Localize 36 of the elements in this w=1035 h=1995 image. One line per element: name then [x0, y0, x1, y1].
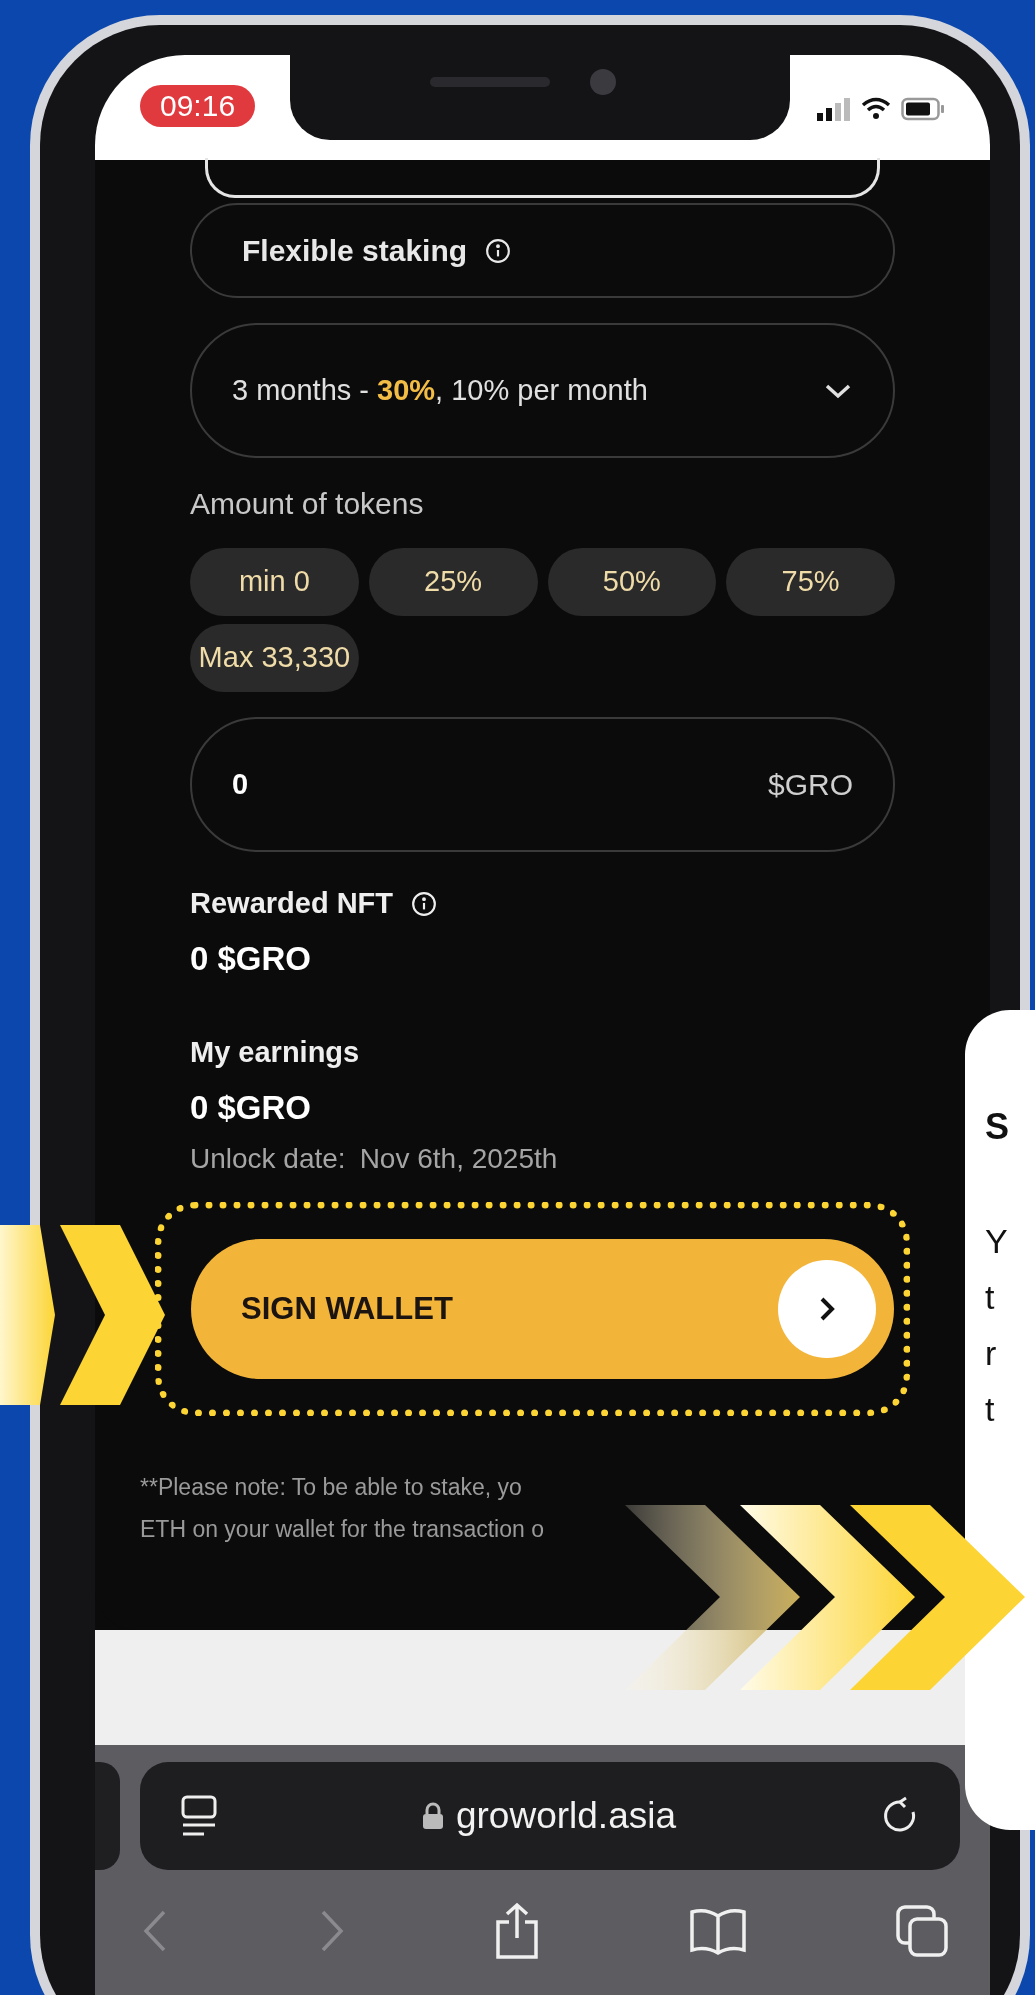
amount-chip[interactable]: 25% [368, 548, 538, 616]
side-card-heading: S [985, 1105, 1010, 1149]
address-bar[interactable]: groworld.asia [140, 1762, 960, 1870]
battery-icon [901, 97, 945, 121]
amount-chip[interactable]: Max 33,330 [190, 624, 359, 692]
earnings-value: 0 $GRO [190, 1087, 313, 1128]
amount-chip[interactable]: min 0 [190, 548, 359, 616]
rewarded-nft-value: 0 $GRO [190, 938, 313, 979]
url-text: groworld.asia [455, 1794, 677, 1839]
book-icon[interactable] [687, 1906, 748, 1956]
tabs-icon[interactable] [894, 1903, 950, 1959]
unlock-date-label: Unlock date: [190, 1142, 346, 1176]
page-menu-icon[interactable] [180, 1794, 218, 1838]
staking-type-field[interactable]: Flexible staking [190, 203, 895, 298]
side-card-text: t [985, 1389, 995, 1430]
amount-label: Amount of tokens [190, 486, 425, 522]
info-icon [485, 237, 512, 264]
note-text: ETH on your wallet for the transaction o [140, 1515, 544, 1544]
info-icon [411, 890, 438, 917]
earnings-label: My earnings [190, 1035, 361, 1070]
wifi-icon [861, 97, 891, 121]
side-card-text: t [985, 1277, 995, 1318]
amount-chip[interactable]: 75% [726, 548, 895, 616]
side-card-text: Y [985, 1221, 1008, 1262]
side-card-text: r [985, 1333, 997, 1374]
unlock-date-value: Nov 6th, 2025th [359, 1142, 558, 1176]
note-text: **Please note: To be able to stake, yo [140, 1473, 522, 1502]
signal-icon [817, 97, 851, 121]
lock-icon [421, 1802, 444, 1830]
sign-wallet-button[interactable]: SIGN WALLET [191, 1239, 894, 1379]
share-icon[interactable] [493, 1902, 541, 1960]
period-dropdown[interactable]: 3 months - 30%, 10% per month [190, 323, 895, 458]
status-time: 09:16 [140, 85, 256, 127]
amount-chip[interactable]: 50% [547, 548, 717, 616]
amount-input[interactable]: 0 $GRO [190, 717, 895, 852]
rewarded-nft-label: Rewarded NFT [190, 886, 394, 921]
